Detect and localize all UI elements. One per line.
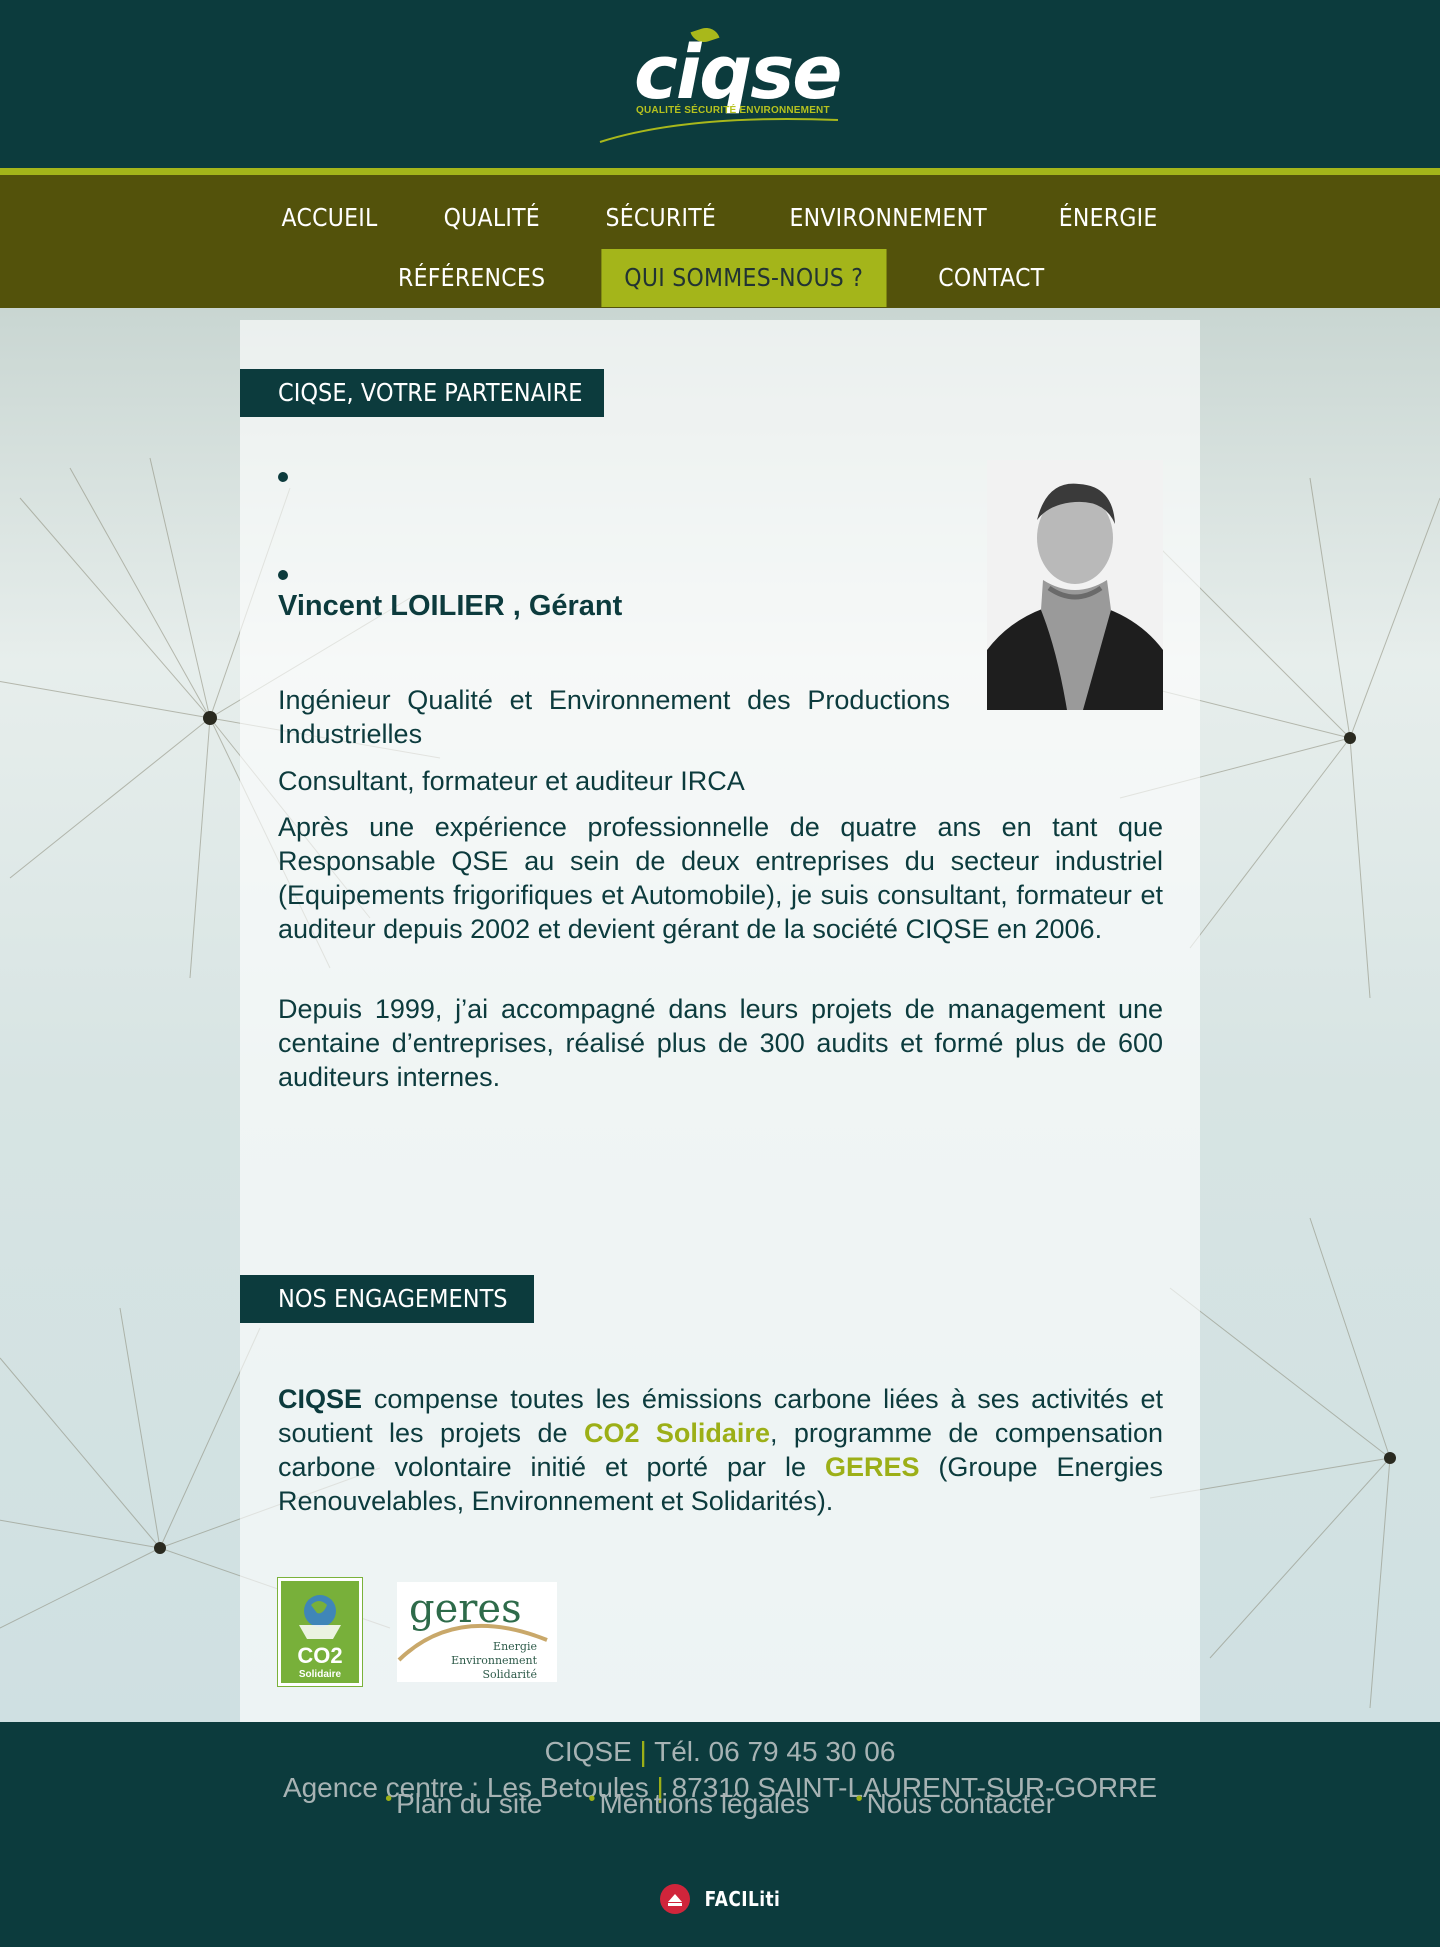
geres-logo[interactable]: geres Energie Environnement Solidarité (397, 1582, 557, 1682)
person-name: Vincent LOILIER , Gérant (278, 590, 623, 622)
portrait-photo (987, 460, 1163, 710)
footer-contact-line: CIQSE | Tél. 06 79 45 30 06 (544, 1736, 896, 1767)
footer-links: • Plan du site • Mentions légales • Nous co… (0, 1788, 1440, 1820)
nav-references[interactable]: RÉFÉRENCES (375, 249, 568, 307)
nav-securite[interactable]: SÉCURITÉ (583, 189, 739, 247)
list-bullet (278, 472, 288, 482)
nav-row-2: RÉFÉRENCES QUI SOMMES-NOUS ? CONTACT (0, 249, 1440, 307)
nav-energie[interactable]: ÉNERGIE (1036, 189, 1181, 247)
footer-link-plan[interactable]: • Plan du site (385, 1788, 542, 1820)
list-bullet (278, 570, 288, 580)
svg-text:Energie: Energie (493, 1640, 537, 1653)
svg-text:Environnement: Environnement (451, 1654, 537, 1667)
paragraph-title: Ingénieur Qualité et Environnement des P… (278, 685, 950, 749)
nav-contact[interactable]: CONTACT (915, 249, 1067, 307)
paragraph-engagements: CIQSE compense toutes les émissions carb… (278, 1384, 1164, 1516)
logo-wordmark: ciqse (634, 30, 842, 116)
co2-solidaire-logo[interactable]: CO2 Solidaire (278, 1578, 362, 1686)
section-title-engagements: NOS ENGAGEMENTS (240, 1275, 534, 1323)
nav-qualite[interactable]: QUALITÉ (420, 189, 562, 247)
paragraph-accompaniment: Depuis 1999, j’ai accompagné dans leurs … (278, 994, 1163, 1092)
paragraph-experience: Après une expérience professionnelle de … (278, 812, 1163, 944)
svg-text:Solidaire: Solidaire (299, 1669, 342, 1680)
nav-accueil[interactable]: ACCUEIL (259, 189, 401, 247)
footer-phone[interactable]: Tél. 06 79 45 30 06 (654, 1736, 895, 1767)
site-header: ciqse QUALITÉ SÉCURITÉ ENVIRONNEMENT (0, 0, 1440, 168)
nav-row-1: ACCUEIL QUALITÉ SÉCURITÉ ENVIRONNEMENT É… (0, 189, 1440, 247)
ciqse-logo[interactable]: ciqse QUALITÉ SÉCURITÉ ENVIRONNEMENT (598, 24, 848, 146)
faciliti-icon (660, 1884, 690, 1914)
paragraph-role: Consultant, formateur et auditeur IRCA (278, 766, 745, 796)
nav-environnement[interactable]: ENVIRONNEMENT (766, 189, 1009, 247)
co2-solidaire-link[interactable]: CO2 Solidaire (584, 1418, 770, 1448)
site-footer: CIQSE | Tél. 06 79 45 30 06 Agence centr… (0, 1722, 1440, 1947)
footer-link-mentions[interactable]: • Mentions légales (588, 1788, 809, 1820)
content-panel: CIQSE, VOTRE PARTENAIRE Vincent LOILIER … (240, 320, 1200, 1722)
faciliti-button[interactable]: FACILiti (660, 1884, 787, 1914)
geres-link[interactable]: GERES (825, 1452, 920, 1482)
footer-link-contact[interactable]: • Nous contacter (856, 1788, 1055, 1820)
section-title-partenaire: CIQSE, VOTRE PARTENAIRE (240, 369, 604, 417)
main-navigation: ACCUEIL QUALITÉ SÉCURITÉ ENVIRONNEMENT É… (0, 168, 1440, 308)
nav-qui-sommes-nous[interactable]: QUI SOMMES-NOUS ? (600, 249, 886, 307)
logo-swoosh (599, 117, 839, 143)
svg-text:Solidarité: Solidarité (482, 1668, 537, 1681)
company-name: CIQSE (278, 1384, 363, 1414)
svg-text:CO2: CO2 (297, 1643, 342, 1668)
faciliti-label: FACILiti (704, 1887, 781, 1911)
